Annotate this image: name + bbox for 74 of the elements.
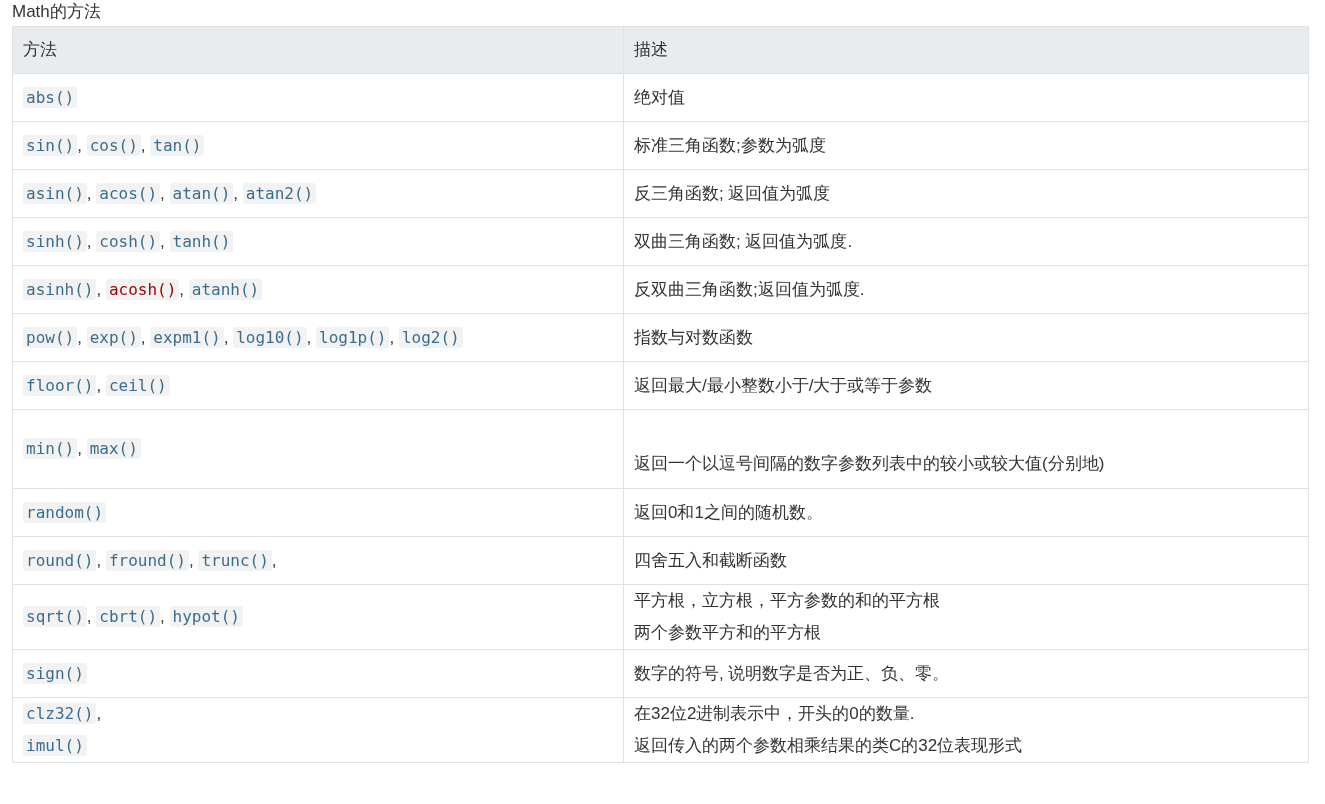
code-token: exp()	[86, 326, 141, 348]
code-token: asin()	[23, 182, 87, 204]
code-token: sqrt()	[23, 606, 87, 627]
code-token: ceil()	[105, 374, 170, 396]
description-text: 返回一个以逗号间隔的数字参数列表中的较小或较大值(分别地)	[634, 453, 1106, 475]
code-token: atanh()	[188, 278, 263, 300]
code-token: round()	[23, 549, 97, 571]
description-text: 双曲三角函数; 返回值为弧度.	[634, 230, 854, 253]
code-token: random()	[23, 501, 107, 523]
comma-separator: ,	[271, 550, 277, 570]
comma-separator: ,	[77, 439, 83, 458]
comma-separator: ,	[160, 183, 166, 203]
code-token: log10()	[233, 326, 307, 348]
comma-separator: ,	[306, 327, 313, 347]
code-token: min()	[23, 438, 78, 459]
code-token: asinh()	[23, 278, 97, 300]
code-token: sinh()	[23, 230, 87, 252]
comma-separator: ,	[223, 327, 230, 347]
code-token: log1p()	[316, 326, 390, 348]
code-token: clz32()	[23, 703, 97, 724]
description-text: 绝对值	[634, 86, 686, 109]
code-token: floor()	[23, 374, 97, 396]
code-token: atan()	[169, 182, 234, 204]
comma-separator: ,	[96, 279, 103, 299]
column-header: 描述	[623, 26, 1309, 74]
code-token: tanh()	[169, 230, 234, 252]
description-text: 返回最大/最小整数小于/大于或等于参数	[634, 374, 934, 397]
description-text: 指数与对数函数	[634, 326, 754, 349]
description-text: 四舍五入和截断函数	[634, 549, 788, 572]
comma-separator: ,	[160, 231, 166, 251]
code-token: acosh()	[105, 278, 180, 300]
description-text: 标准三角函数;参数为弧度	[634, 134, 827, 157]
comma-separator: ,	[86, 183, 93, 203]
comma-separator: ,	[389, 327, 396, 347]
code-token: cosh()	[96, 230, 161, 252]
comma-separator: ,	[96, 704, 102, 723]
comma-separator: ,	[179, 279, 186, 299]
comma-separator: ,	[86, 231, 93, 251]
description-text: 平方根，立方根，平方参数的和的平方根	[634, 590, 941, 612]
description-text: 两个参数平方和的平方根	[634, 622, 822, 644]
comma-separator: ,	[140, 135, 147, 155]
comma-separator: ,	[77, 327, 83, 347]
code-token: cos()	[86, 134, 141, 156]
comma-separator: ,	[86, 607, 93, 626]
code-token: sin()	[23, 134, 78, 156]
code-token: cbrt()	[96, 606, 161, 627]
code-token: pow()	[23, 326, 78, 348]
code-token: hypot()	[169, 606, 243, 627]
code-token: log2()	[398, 326, 463, 348]
comma-separator: ,	[160, 607, 166, 626]
comma-separator: ,	[96, 550, 103, 570]
code-token: trunc()	[198, 549, 272, 571]
code-token: sign()	[23, 662, 87, 684]
description-text: 返回0和1之间的随机数。	[634, 501, 824, 524]
code-token: acos()	[96, 182, 161, 204]
description-text: 返回传入的两个参数相乘结果的类C的32位表现形式	[634, 735, 1024, 757]
code-token: tan()	[150, 134, 205, 156]
code-token: atan2()	[242, 182, 317, 204]
code-token: imul()	[23, 735, 87, 756]
description-text: 数字的符号, 说明数字是否为正、负、零。	[634, 662, 951, 685]
comma-separator: ,	[233, 183, 240, 203]
description-text: 反三角函数; 返回值为弧度	[634, 182, 832, 205]
comma-separator: ,	[96, 375, 103, 395]
description-text: 反双曲三角函数;返回值为弧度.	[634, 278, 866, 301]
comma-separator: ,	[77, 135, 83, 155]
column-header: 方法	[12, 26, 624, 74]
code-token: max()	[86, 438, 141, 459]
code-token: expm1()	[150, 326, 224, 348]
code-token: fround()	[105, 549, 189, 571]
comma-separator: ,	[140, 327, 147, 347]
description-text: 在32位2进制表示中，开头的0的数量.	[634, 703, 916, 725]
section-title: Math的方法	[12, 1, 102, 23]
code-token: abs()	[23, 86, 78, 108]
comma-separator: ,	[188, 550, 195, 570]
